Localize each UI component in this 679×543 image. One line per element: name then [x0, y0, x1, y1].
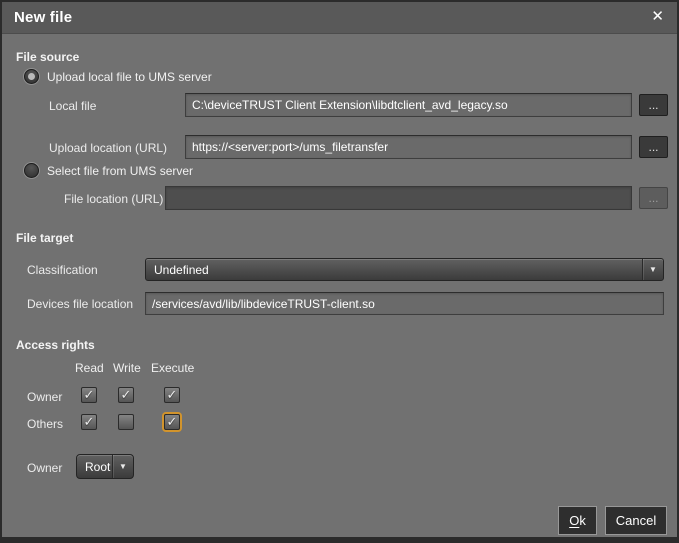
- classification-label: Classification: [27, 263, 98, 277]
- upload-location-input[interactable]: [185, 135, 632, 159]
- radio-button-icon[interactable]: [24, 163, 39, 178]
- upload-location-browse-button[interactable]: ...: [639, 136, 668, 158]
- check-icon: ✓: [166, 414, 178, 429]
- checkbox-others-execute[interactable]: ✓: [164, 414, 180, 430]
- radio-select-from-ums[interactable]: Select file from UMS server: [24, 163, 193, 178]
- check-icon: ✓: [83, 414, 95, 429]
- owner-dropdown[interactable]: Root ▼: [76, 454, 134, 479]
- cancel-button[interactable]: Cancel: [605, 506, 667, 535]
- column-header-execute: Execute: [151, 361, 195, 375]
- section-header-access-rights: Access rights: [16, 338, 95, 352]
- checkbox-owner-write[interactable]: ✓: [118, 387, 134, 403]
- chevron-down-icon[interactable]: ▼: [642, 259, 663, 280]
- check-icon: ✓: [120, 387, 132, 402]
- checkbox-owner-execute[interactable]: ✓: [164, 387, 180, 403]
- radio-select-from-ums-label: Select file from UMS server: [47, 163, 194, 178]
- column-header-read: Read: [75, 361, 104, 375]
- radio-button-icon[interactable]: [24, 69, 39, 84]
- ok-button[interactable]: Ok: [558, 506, 597, 535]
- dialog-titlebar[interactable]: New file ✕: [2, 2, 677, 34]
- devices-file-location-label: Devices file location: [27, 297, 134, 311]
- classification-dropdown[interactable]: Undefined ▼: [145, 258, 664, 281]
- local-file-input[interactable]: [185, 93, 632, 117]
- close-icon[interactable]: ✕: [651, 8, 664, 26]
- chevron-down-icon[interactable]: ▼: [112, 455, 133, 478]
- upload-location-label: Upload location (URL): [49, 141, 168, 155]
- check-icon: ✓: [83, 387, 95, 402]
- checkbox-others-read[interactable]: ✓: [81, 414, 97, 430]
- file-location-input: [165, 186, 632, 210]
- local-file-browse-button[interactable]: ...: [639, 94, 668, 116]
- file-location-browse-button: ...: [639, 187, 668, 209]
- check-icon: ✓: [166, 387, 178, 402]
- file-location-label: File location (URL): [64, 192, 164, 206]
- devices-file-location-input[interactable]: [145, 292, 664, 315]
- owner-row-label: Owner: [27, 390, 63, 404]
- radio-upload-local-file-label: Upload local file to UMS server: [47, 69, 212, 84]
- others-row-label: Others: [27, 417, 64, 431]
- local-file-label: Local file: [49, 99, 97, 113]
- checkbox-others-write[interactable]: ✓: [118, 414, 134, 430]
- new-file-dialog: New file ✕ File source Upload local file…: [0, 0, 679, 543]
- radio-upload-local-file[interactable]: Upload local file to UMS server: [24, 69, 212, 84]
- classification-selected-value: Undefined: [154, 262, 209, 277]
- owner-selected-value: Root: [85, 459, 111, 474]
- section-header-file-target: File target: [16, 231, 74, 245]
- dialog-title: New file: [14, 9, 73, 26]
- owner-select-label: Owner: [27, 461, 63, 475]
- column-header-write: Write: [113, 361, 141, 375]
- checkbox-owner-read[interactable]: ✓: [81, 387, 97, 403]
- section-header-file-source: File source: [16, 50, 80, 64]
